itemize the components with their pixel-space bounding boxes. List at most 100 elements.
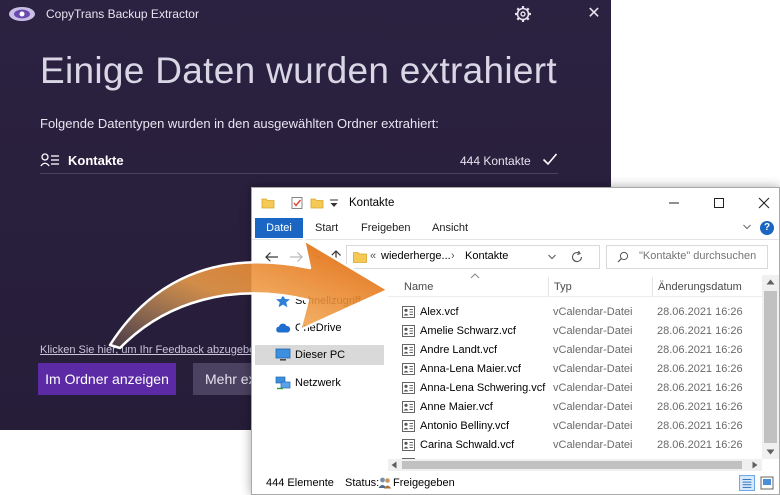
- file-name: Alex.vcf: [420, 306, 459, 318]
- tab-freigeben[interactable]: Freigeben: [361, 222, 411, 234]
- scrollbar-thumb[interactable]: [764, 291, 777, 443]
- file-type: vCalendar-Datei: [553, 439, 633, 451]
- breadcrumb-segment[interactable]: Kontakte: [465, 250, 508, 262]
- computer-icon: [275, 348, 291, 361]
- file-type: vCalendar-Datei: [553, 363, 633, 375]
- large-icons-view-icon[interactable]: [759, 475, 775, 491]
- table-row[interactable]: Carina Schwald.vcf vCalendar-Datei 28.06.2…: [388, 436, 762, 455]
- properties-icon[interactable]: [290, 196, 304, 210]
- file-type: vCalendar-Datei: [553, 325, 633, 337]
- column-header-date[interactable]: Änderungsdatum: [658, 281, 742, 293]
- details-view-icon[interactable]: [739, 475, 755, 491]
- file-date: 28.06.2021 16:26: [657, 439, 743, 451]
- network-icon: [275, 376, 291, 390]
- open-folder-button[interactable]: Im Ordner anzeigen: [38, 363, 176, 395]
- breadcrumb-overflow[interactable]: «: [370, 250, 376, 262]
- ribbon-tabs: Datei Start Freigeben Ansicht ?: [252, 218, 779, 240]
- back-arrow-icon[interactable]: [264, 249, 280, 265]
- file-list: Name Typ Änderungsdatum Alex.vcf vCalenda…: [388, 273, 762, 459]
- table-row[interactable]: Anne Maier.vcf vCalendar-Datei 28.06.2021 …: [388, 398, 762, 417]
- file-type: vCalendar-Datei: [553, 382, 633, 394]
- horizontal-scrollbar[interactable]: [388, 459, 762, 471]
- vcard-file-icon: [402, 439, 415, 451]
- item-count: 444 Elemente: [266, 477, 334, 489]
- nav-item-this-pc[interactable]: Dieser PC: [255, 345, 384, 365]
- nav-label: Netzwerk: [295, 377, 341, 389]
- status-value: Freigegeben: [393, 477, 455, 489]
- folder-icon: [261, 198, 275, 209]
- status-label: Status:: [345, 477, 380, 489]
- shared-users-icon: [378, 477, 392, 489]
- close-icon[interactable]: ✕: [584, 4, 604, 24]
- column-resize-handle[interactable]: [652, 277, 653, 297]
- ribbon-expand-icon[interactable]: [742, 222, 752, 232]
- nav-item-quick-access[interactable]: Schnellzugriff: [255, 291, 384, 311]
- column-header-type[interactable]: Typ: [554, 281, 572, 293]
- close-icon[interactable]: [754, 194, 774, 212]
- column-header-name[interactable]: Name: [404, 281, 433, 293]
- chevron-down-icon[interactable]: [547, 252, 557, 262]
- table-row[interactable]: Alex.vcf vCalendar-Datei 28.06.2021 16:26: [388, 303, 762, 322]
- search-input[interactable]: [639, 250, 765, 262]
- vertical-scrollbar[interactable]: [762, 275, 779, 459]
- breadcrumb-segment[interactable]: wiederherge...: [381, 250, 451, 262]
- refresh-icon[interactable]: [569, 249, 585, 265]
- recent-dropdown-icon[interactable]: [310, 249, 326, 265]
- table-row[interactable]: Amelie Schwarz.vcf vCalendar-Datei 28.06.2…: [388, 322, 762, 341]
- extracted-type-label: Kontakte: [68, 153, 124, 168]
- file-type: vCalendar-Datei: [553, 344, 633, 356]
- up-arrow-icon[interactable]: [328, 249, 344, 265]
- address-field[interactable]: « wiederherge... › Kontakte: [346, 245, 600, 269]
- vcard-file-icon: [402, 325, 415, 337]
- search-box[interactable]: [606, 245, 768, 269]
- maximize-icon[interactable]: [709, 194, 729, 212]
- scroll-left-icon[interactable]: [391, 461, 397, 469]
- file-name: Anna-Lena Maier.vcf: [420, 363, 521, 375]
- nav-label: Dieser PC: [295, 349, 346, 361]
- column-resize-handle[interactable]: [548, 277, 549, 297]
- help-icon[interactable]: ?: [760, 221, 774, 235]
- scrollbar-thumb[interactable]: [402, 461, 742, 469]
- file-name: Anne Maier.vcf: [420, 401, 493, 413]
- vcard-file-icon: [402, 306, 415, 318]
- explorer-title: Kontakte: [349, 197, 395, 209]
- file-date: 28.06.2021 16:26: [657, 401, 743, 413]
- new-folder-icon[interactable]: [310, 196, 324, 210]
- file-date: 28.06.2021 16:26: [657, 344, 743, 356]
- nav-item-network[interactable]: Netzwerk: [255, 373, 384, 393]
- checkmark-icon: [542, 153, 558, 166]
- explorer-titlebar: Kontakte: [252, 188, 779, 218]
- table-row[interactable]: Antonio Belliny.vcf vCalendar-Datei 28.06.…: [388, 417, 762, 436]
- file-name: Anna-Lena Schwering.vcf: [420, 382, 546, 394]
- scroll-up-icon[interactable]: [766, 279, 775, 285]
- explorer-window: Kontakte Datei Start Freigeben Ansicht ?: [251, 187, 780, 495]
- contacts-icon: [40, 153, 59, 167]
- file-name: Amelie Schwarz.vcf: [420, 325, 516, 337]
- nav-item-onedrive[interactable]: OneDrive: [255, 318, 384, 338]
- file-name: Carina Schwald.vcf: [420, 439, 515, 451]
- tab-ansicht[interactable]: Ansicht: [432, 222, 468, 234]
- feedback-link[interactable]: Klicken Sie hier, um Ihr Feedback abzuge…: [40, 344, 261, 356]
- vcard-file-icon: [402, 401, 415, 413]
- extracted-type-row: Kontakte 444 Kontakte: [40, 148, 558, 174]
- navigation-pane: Schnellzugriff OneDrive Dieser PC Netzwe…: [252, 273, 387, 459]
- table-row[interactable]: Anna-Lena Maier.vcf vCalendar-Datei 28.06.…: [388, 360, 762, 379]
- tab-datei[interactable]: Datei: [255, 218, 303, 238]
- table-row[interactable]: Andre Landt.vcf vCalendar-Datei 28.06.2021…: [388, 341, 762, 360]
- quick-access-dropdown-icon[interactable]: [327, 196, 341, 210]
- cloud-icon: [276, 323, 291, 333]
- breadcrumb-separator[interactable]: ›: [451, 250, 455, 262]
- vcard-file-icon: [402, 344, 415, 356]
- scroll-down-icon[interactable]: [766, 449, 775, 455]
- file-date: 28.06.2021 16:26: [657, 382, 743, 394]
- page-title: Einige Daten wurden extrahiert: [40, 50, 558, 91]
- minimize-icon[interactable]: [664, 194, 684, 212]
- vcard-file-icon: [402, 363, 415, 375]
- copytrans-logo-icon: [9, 7, 35, 21]
- scroll-right-icon[interactable]: [752, 461, 758, 469]
- address-bar-row: « wiederherge... › Kontakte: [252, 241, 779, 273]
- gear-icon[interactable]: [513, 4, 533, 24]
- table-row[interactable]: Anna-Lena Schwering.vcf vCalendar-Datei 28…: [388, 379, 762, 398]
- tab-start[interactable]: Start: [315, 222, 338, 234]
- forward-arrow-icon[interactable]: [288, 249, 304, 265]
